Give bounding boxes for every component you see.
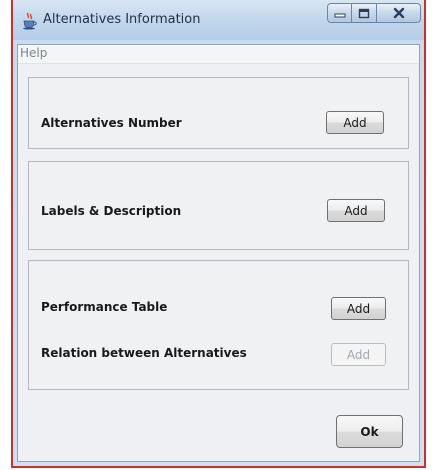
- labels-description-add-button[interactable]: Add: [327, 199, 385, 222]
- close-icon: [392, 7, 406, 19]
- close-button[interactable]: [377, 3, 421, 23]
- labels-description-label: Labels & Description: [41, 204, 182, 218]
- performance-table-add-button[interactable]: Add: [331, 297, 386, 320]
- panel-performance-relation: Performance Table Add Relation between A…: [28, 260, 409, 390]
- menu-bar: Help: [18, 45, 419, 64]
- window: Alternatives Information Help Alternativ…: [11, 0, 426, 468]
- window-title: Alternatives Information: [43, 12, 201, 27]
- maximize-button[interactable]: [352, 3, 377, 23]
- alternatives-number-label: Alternatives Number: [41, 116, 182, 130]
- menu-help[interactable]: Help: [20, 46, 47, 60]
- relation-alternatives-add-button[interactable]: Add: [331, 343, 386, 366]
- java-cup-icon: [21, 12, 39, 30]
- panel-labels-description: Labels & Description Add: [28, 161, 409, 250]
- maximize-icon: [358, 8, 370, 19]
- window-controls: [327, 3, 421, 25]
- alternatives-number-add-button[interactable]: Add: [326, 111, 384, 134]
- minimize-button[interactable]: [327, 3, 352, 23]
- ok-button[interactable]: Ok: [336, 415, 403, 448]
- panel-alternatives-number: Alternatives Number Add: [28, 77, 409, 149]
- minimize-icon: [334, 8, 346, 18]
- performance-table-label: Performance Table: [41, 300, 168, 314]
- title-bar[interactable]: Alternatives Information: [13, 0, 424, 40]
- dialog-client-area: Help Alternatives Number Add Labels & De…: [17, 44, 420, 462]
- relation-alternatives-label: Relation between Alternatives: [41, 346, 247, 360]
